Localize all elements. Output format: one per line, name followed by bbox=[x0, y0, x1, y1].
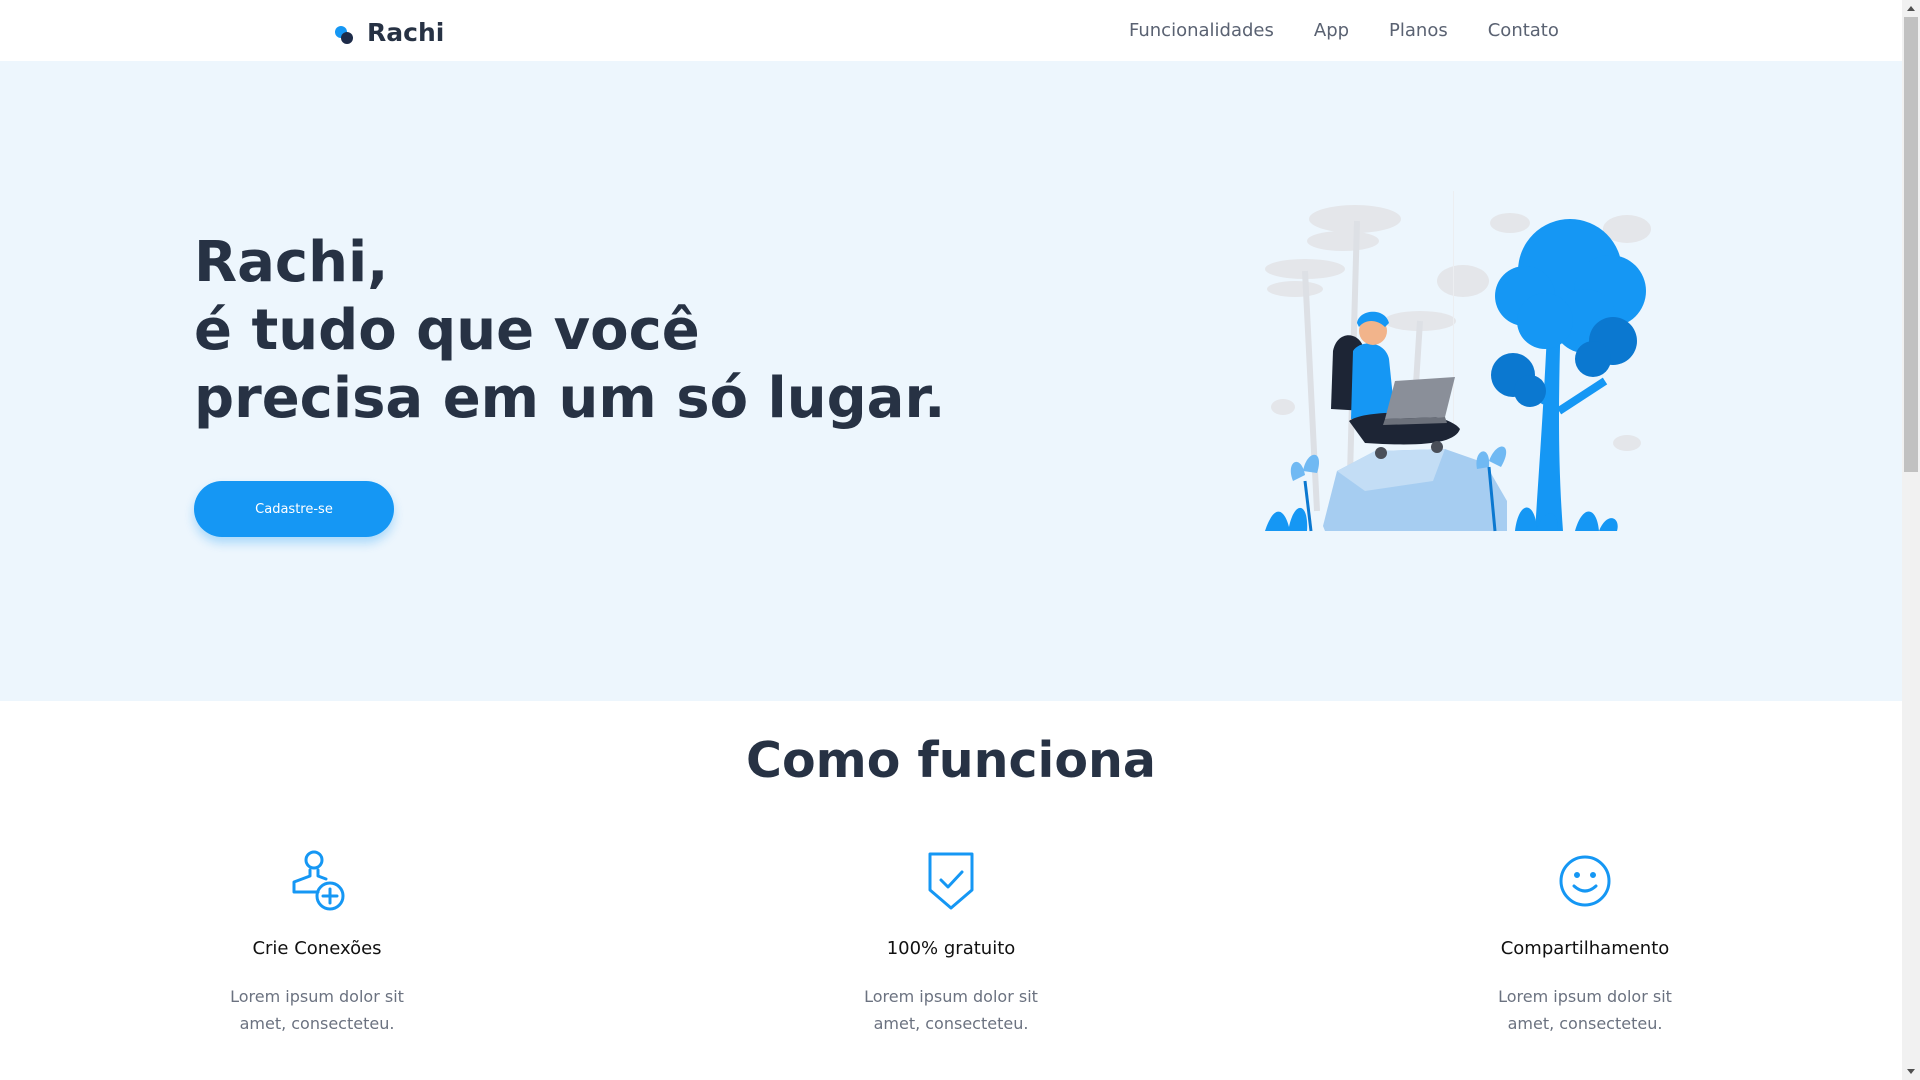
hero-title-line: Rachi, bbox=[194, 230, 389, 295]
feature-description: Lorem ipsum dolor sit amet, consecteteu. bbox=[864, 987, 1038, 1033]
shield-check-icon bbox=[928, 852, 974, 910]
signup-button[interactable]: Cadastre-se bbox=[194, 481, 394, 537]
feature-title: Compartilhamento bbox=[1500, 938, 1670, 959]
smile-icon bbox=[1559, 855, 1611, 907]
feature-description: Lorem ipsum dolor sit amet, consecteteu. bbox=[230, 987, 404, 1033]
add-user-icon bbox=[292, 850, 345, 911]
feature-card-gratuito: 100% gratuito Lorem ipsum dolor sit amet… bbox=[801, 846, 1101, 1037]
nav-link-planos[interactable]: Planos bbox=[1389, 20, 1448, 41]
hero-section: Rachi, é tudo que você precisa em um só … bbox=[0, 61, 1902, 701]
hero-illustration bbox=[1265, 191, 1651, 532]
scroll-up-button[interactable] bbox=[1902, 0, 1920, 17]
feature-title: Crie Conexões bbox=[252, 938, 382, 959]
scroll-down-button[interactable] bbox=[1902, 1063, 1920, 1080]
feature-description: Lorem ipsum dolor sit amet, consecteteu. bbox=[1498, 987, 1672, 1033]
scroll-thumb[interactable] bbox=[1904, 17, 1918, 472]
nav-link-app[interactable]: App bbox=[1314, 20, 1349, 41]
feature-card-conexoes: Crie Conexões Lorem ipsum dolor sit amet… bbox=[167, 846, 467, 1037]
chevron-up-icon bbox=[1907, 6, 1915, 11]
nav-link-contato[interactable]: Contato bbox=[1488, 20, 1559, 41]
site-header: Rachi Funcionalidades App Planos Contato bbox=[0, 0, 1902, 61]
chevron-down-icon bbox=[1907, 1069, 1915, 1074]
logo-mark-icon bbox=[333, 21, 357, 45]
nav-link-funcionalidades[interactable]: Funcionalidades bbox=[1129, 20, 1274, 41]
hero-title-line: é tudo que você bbox=[194, 298, 700, 363]
page-scrollbar[interactable] bbox=[1902, 0, 1920, 1080]
brand-name: Rachi bbox=[367, 18, 445, 47]
hero-title-line: precisa em um só lugar. bbox=[194, 366, 946, 431]
section-title-como-funciona: Como funciona bbox=[746, 732, 1156, 789]
hero-title: Rachi, é tudo que você precisa em um só … bbox=[194, 229, 945, 433]
brand-logo[interactable]: Rachi bbox=[333, 18, 444, 47]
feature-title: 100% gratuito bbox=[886, 938, 1016, 959]
feature-card-compartilhamento: Compartilhamento Lorem ipsum dolor sit a… bbox=[1435, 846, 1735, 1037]
main-nav: Funcionalidades App Planos Contato bbox=[1129, 20, 1559, 41]
